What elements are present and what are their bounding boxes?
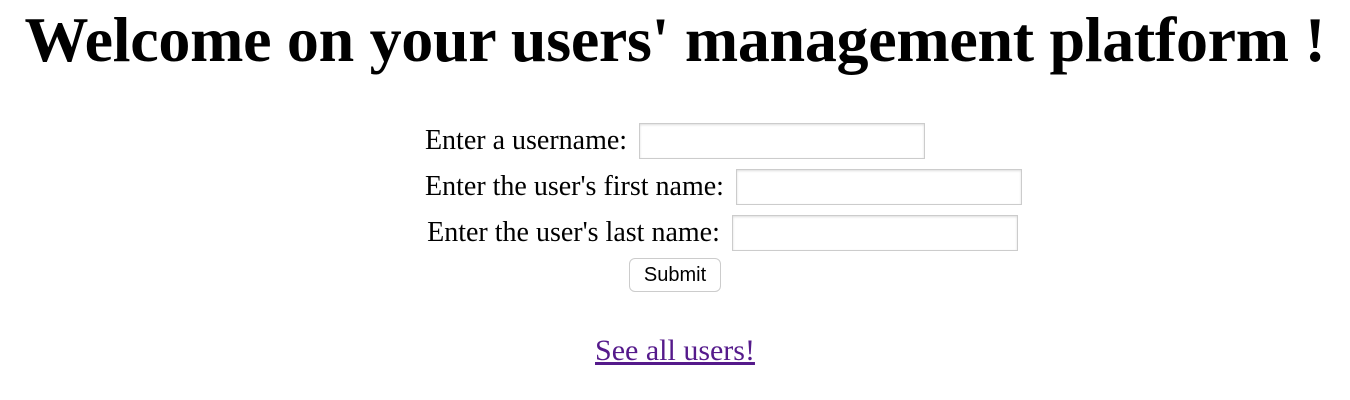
last-name-row: Enter the user's last name: (95, 210, 1350, 256)
last-name-input[interactable] (731, 215, 1018, 251)
username-label: Enter a username: (424, 125, 628, 156)
submit-button[interactable]: Submit (628, 258, 722, 292)
username-input[interactable] (639, 123, 926, 159)
page-title: Welcome on your users' management platfo… (24, 4, 1326, 75)
first-name-input[interactable] (735, 169, 1022, 205)
first-name-row: Enter the user's first name: (97, 164, 1350, 210)
user-form: Enter a username: Enter the user's first… (0, 118, 1350, 292)
last-name-label: Enter the user's last name: (427, 217, 720, 248)
see-all-users-link[interactable]: See all users! (595, 334, 755, 368)
first-name-label: Enter the user's first name: (425, 171, 724, 202)
username-row: Enter a username: (0, 118, 1350, 164)
